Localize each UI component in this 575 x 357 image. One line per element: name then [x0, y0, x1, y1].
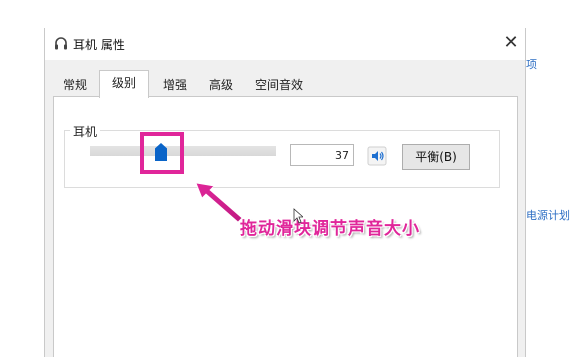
tab-enhancements[interactable]: 增强 — [157, 74, 193, 96]
title-bar: 耳机 属性 ✕ — [45, 28, 525, 60]
annotation-text: 拖动滑块调节声音大小 — [240, 219, 420, 239]
close-button[interactable]: ✕ — [499, 30, 523, 56]
background-link-options[interactable]: 项 — [526, 56, 537, 72]
highlight-box — [140, 132, 184, 174]
close-icon: ✕ — [503, 32, 519, 53]
tab-spatial-sound[interactable]: 空间音效 — [249, 74, 309, 96]
balance-button[interactable]: 平衡(B) — [402, 144, 470, 170]
mouse-cursor-icon — [293, 208, 303, 224]
tab-strip: 常规 级别 增强 高级 空间音效 — [53, 70, 513, 98]
volume-value-field[interactable]: 37 — [290, 144, 354, 166]
background-link-power-plan[interactable]: 电源计划 — [526, 207, 570, 223]
tab-advanced[interactable]: 高级 — [203, 74, 239, 96]
screenshot: 项 电源计划 耳机 属性 ✕ 常规 级别 增强 高级 空间音效 耳机 37 平衡… — [0, 0, 575, 357]
headphone-icon — [53, 36, 69, 52]
headphone-properties-dialog: 耳机 属性 ✕ 常规 级别 增强 高级 空间音效 — [44, 28, 526, 357]
group-label: 耳机 — [70, 123, 101, 140]
speaker-icon — [367, 146, 387, 166]
tab-general[interactable]: 常规 — [57, 74, 93, 96]
tab-levels[interactable]: 级别 — [99, 70, 149, 98]
mute-button[interactable] — [367, 146, 387, 166]
window-title: 耳机 属性 — [73, 38, 125, 52]
